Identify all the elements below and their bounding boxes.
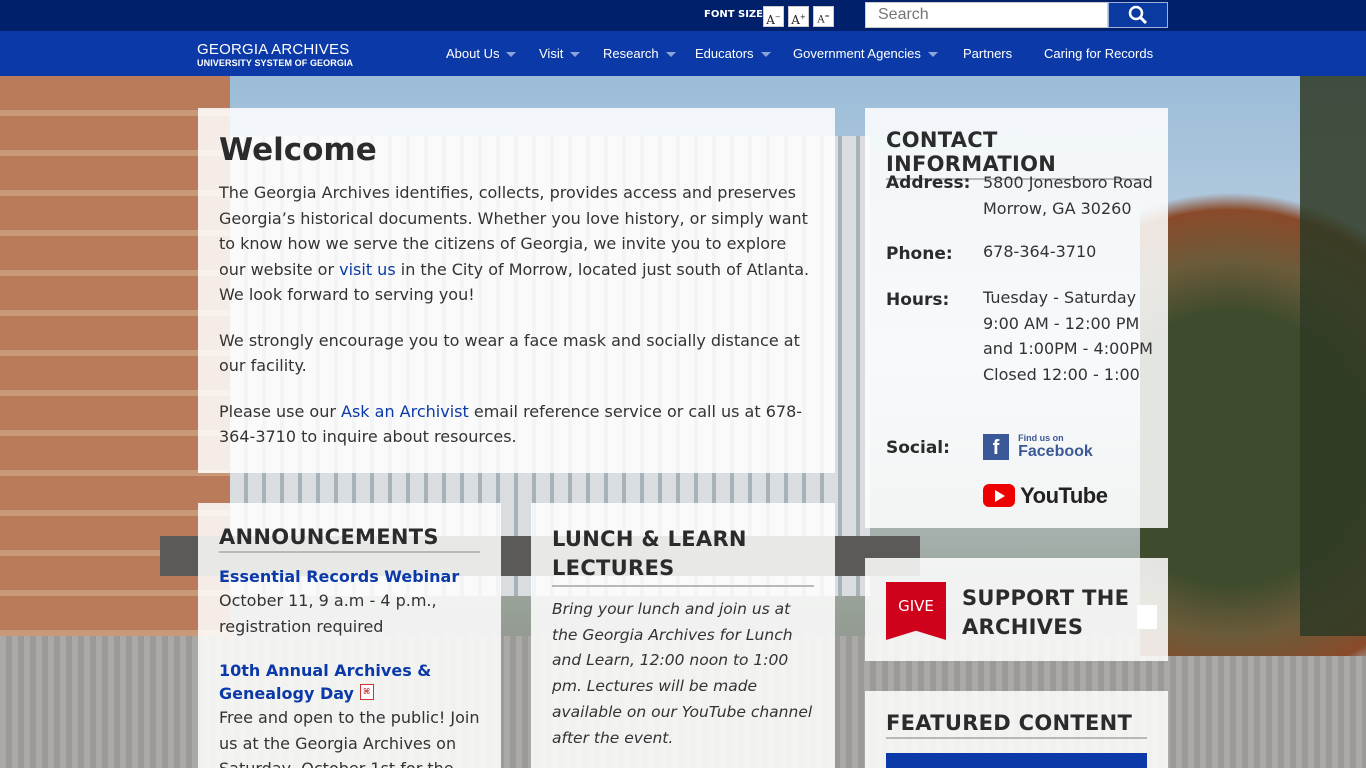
support-panel[interactable]: GIVE SUPPORT THE ARCHIVES [865, 558, 1168, 661]
chevron-down-icon [506, 52, 517, 58]
lunch-learn-text: Bring your lunch and join us at the Geor… [552, 600, 813, 747]
nav-visit[interactable]: Visit [539, 46, 581, 61]
face-mask-notice: We strongly encourage you to wear a face… [219, 330, 800, 376]
chevron-down-icon [760, 52, 771, 58]
address-value: 5800 Jonesboro Road Morrow, GA 30260 [983, 170, 1173, 221]
nav-label: Government Agencies [793, 46, 921, 61]
ask-text-start: Please use our [219, 401, 342, 421]
youtube-text: YouTube [1020, 482, 1108, 508]
hours-line: 9:00 AM - 12:00 PM [983, 313, 1140, 333]
hours-value: Tuesday - Saturday 9:00 AM - 12:00 PM an… [983, 285, 1173, 387]
featured-content-panel: FEATURED CONTENT [865, 691, 1168, 768]
trees-right [1300, 76, 1366, 636]
search-button[interactable] [1108, 2, 1168, 28]
announcement-link[interactable]: 10th Annual Archives & Genealogy Day ⌘ [219, 659, 480, 705]
font-reset-button[interactable]: A= [813, 6, 834, 27]
nav-label: About Us [446, 46, 500, 61]
chevron-down-icon [665, 52, 676, 58]
announcement-item: 10th Annual Archives & Genealogy Day ⌘ F… [219, 659, 480, 768]
facebook-icon: f [983, 434, 1009, 460]
hours-label: Hours: [886, 290, 950, 310]
font-increase-button[interactable]: A+ [788, 6, 809, 27]
youtube-link[interactable]: YouTube [983, 482, 1173, 508]
lunch-learn-title: LUNCH & LEARN LECTURES [552, 525, 814, 587]
phone-label: Phone: [886, 244, 953, 264]
welcome-panel: Welcome The Georgia Archives identifies,… [198, 108, 835, 473]
nav-caring-for-records[interactable]: Caring for Records [1044, 46, 1153, 61]
font-decrease-button[interactable]: A− [763, 6, 784, 27]
welcome-title: Welcome [219, 132, 377, 168]
visit-us-link[interactable]: visit us [339, 260, 396, 279]
ask-an-archivist-link[interactable]: Ask an Archivist [341, 402, 469, 421]
facebook-link[interactable]: f Find us on Facebook [983, 434, 1173, 461]
chevron-down-icon [570, 52, 581, 58]
contact-panel: CONTACT INFORMATION Address: 5800 Jonesb… [865, 108, 1168, 528]
address-line2: Morrow, GA 30260 [983, 198, 1132, 218]
nav-about-us[interactable]: About Us [446, 46, 517, 61]
announcements-title: ANNOUNCEMENTS [219, 525, 480, 553]
facebook-small-text: Find us on [1018, 433, 1064, 443]
featured-title: FEATURED CONTENT [886, 711, 1147, 739]
search-input[interactable] [865, 2, 1108, 28]
nav-label: Educators [695, 46, 754, 61]
nav-label: Partners [963, 46, 1013, 61]
address-label: Address: [886, 173, 971, 193]
hours-line: and 1:00PM - 4:00PM [983, 339, 1153, 358]
font-size-label: FONT SIZE: [704, 9, 768, 20]
address-line1: 5800 Jonesboro Road [983, 173, 1153, 192]
logo-name: GEORGIA ARCHIVES [197, 41, 350, 58]
phone-value: 678-364-3710 [983, 242, 1097, 261]
youtube-icon [983, 484, 1015, 507]
announcement-text: Free and open to the public! Join us at … [219, 708, 480, 768]
nav-label: Research [603, 46, 659, 61]
facebook-text: Find us on Facebook [1018, 434, 1093, 461]
announcement-item: Essential Records Webinar October 11, 9 … [219, 565, 480, 639]
main-navigation: GEORGIA ARCHIVES UNIVERSITY SYSTEM OF GE… [0, 31, 1366, 76]
announcement-text: October 11, 9 a.m - 4 p.m., registration… [219, 591, 437, 636]
featured-content-banner[interactable] [886, 753, 1147, 768]
site-logo[interactable]: GEORGIA ARCHIVES UNIVERSITY SYSTEM OF GE… [197, 41, 353, 68]
hours-line: Closed 12:00 - 1:00 [983, 364, 1140, 384]
lunch-learn-panel: LUNCH & LEARN LECTURES Bring your lunch … [531, 503, 835, 768]
welcome-intro: The Georgia Archives identifies, collect… [219, 180, 814, 308]
nav-label: Caring for Records [1044, 46, 1154, 61]
give-ribbon-icon: GIVE [886, 582, 946, 640]
nav-label: Visit [539, 46, 564, 61]
nav-government-agencies[interactable]: Government Agencies [793, 46, 938, 61]
chevron-down-icon [927, 52, 938, 58]
support-decoration [1137, 605, 1157, 629]
ask-archivist-paragraph: Please use our Ask an Archivist email re… [219, 399, 814, 450]
utility-bar: FONT SIZE: A− A+ A= [0, 0, 1366, 31]
facebook-big-text: Facebook [1018, 443, 1093, 460]
nav-educators[interactable]: Educators [695, 46, 771, 61]
pdf-icon: ⌘ [359, 684, 374, 700]
announcement-link[interactable]: Essential Records Webinar [219, 565, 480, 588]
logo-subtitle: UNIVERSITY SYSTEM OF GEORGIA [197, 58, 354, 68]
announcements-panel: ANNOUNCEMENTS Essential Records Webinar … [198, 503, 501, 768]
nav-partners[interactable]: Partners [963, 46, 1012, 61]
search-icon [1128, 5, 1148, 25]
hours-line: Tuesday - Saturday [983, 288, 1137, 307]
social-label: Social: [886, 438, 950, 458]
nav-research[interactable]: Research [603, 46, 676, 61]
announcement-link-text: 10th Annual Archives & Genealogy Day [219, 661, 432, 703]
